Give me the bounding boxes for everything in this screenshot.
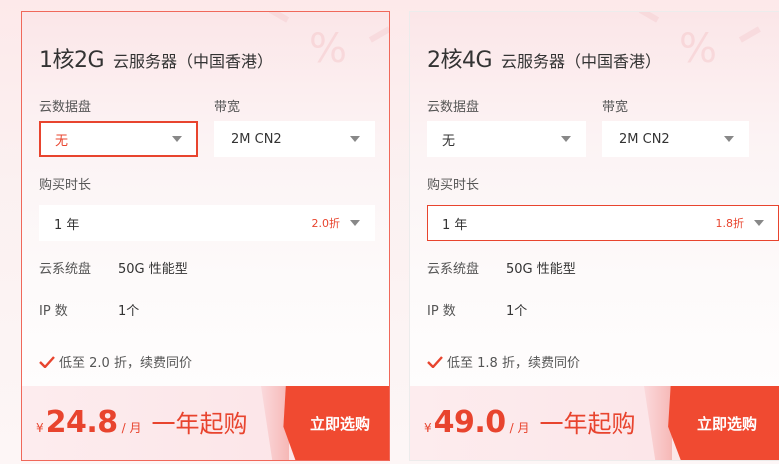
disk-label: 云数据盘 (427, 100, 480, 115)
system-disk-key: 云系统盘 (427, 262, 480, 277)
duration-select[interactable]: 1 年 1.8折 (427, 205, 779, 241)
bandwidth-select[interactable]: 2M CN2 (214, 121, 375, 157)
disk-label: 云数据盘 (39, 100, 92, 115)
spec-label: 2核4G (427, 48, 493, 73)
chevron-down-icon (754, 220, 764, 226)
chevron-down-icon (350, 136, 360, 142)
bandwidth-label: 带宽 (214, 100, 241, 115)
chevron-down-icon (350, 220, 360, 226)
bandwidth-select-value: 2M CN2 (619, 131, 670, 147)
bandwidth-label: 带宽 (602, 100, 629, 115)
pricing-section: % 1核2G 云服务器（中国香港） 云数据盘 无 带宽 2M CN2 购买时长 … (0, 0, 779, 464)
duration-select-value: 1 年 (442, 217, 468, 233)
ip-count-value: 1个 (506, 304, 528, 319)
system-disk-key: 云系统盘 (39, 262, 92, 277)
duration-label: 购买时长 (39, 178, 92, 193)
card-footer: ¥ 49.0 / 月 一年起购 立即选购 (410, 386, 779, 460)
card-title: 1核2G 云服务器（中国香港） (39, 42, 273, 74)
product-name: 云服务器（中国香港） (113, 52, 274, 71)
ip-count-value: 1个 (118, 304, 140, 319)
chevron-down-icon (724, 136, 734, 142)
price-slogan: 一年起购 (151, 410, 248, 438)
ip-count-key: IP 数 (427, 304, 456, 319)
product-card-1c2g: % 1核2G 云服务器（中国香港） 云数据盘 无 带宽 2M CN2 购买时长 … (21, 11, 390, 461)
promo-text: 低至 1.8 折，续费同价 (447, 356, 580, 371)
buy-button-shade (644, 386, 672, 460)
price-amount: 24.8 (45, 405, 119, 440)
price-unit: / 月 (121, 421, 142, 435)
check-icon (39, 355, 55, 368)
ip-count-key: IP 数 (39, 304, 68, 319)
bandwidth-select[interactable]: 2M CN2 (602, 121, 749, 157)
price-block: ¥ 49.0 / 月 一年起购 (424, 404, 636, 440)
promo-line: 低至 1.8 折，续费同价 (427, 352, 580, 371)
bandwidth-select-value: 2M CN2 (231, 131, 282, 147)
chevron-down-icon (172, 136, 182, 142)
price-slogan: 一年起购 (539, 410, 636, 438)
currency-symbol: ¥ (424, 421, 432, 435)
price-block: ¥ 24.8 / 月 一年起购 (36, 404, 248, 440)
chevron-down-icon (561, 136, 571, 142)
system-disk-value: 50G 性能型 (118, 262, 188, 277)
disk-select[interactable]: 无 (427, 121, 586, 157)
price-amount: 49.0 (433, 405, 507, 440)
system-disk-value: 50G 性能型 (506, 262, 576, 277)
price-unit: / 月 (509, 421, 530, 435)
card-footer: ¥ 24.8 / 月 一年起购 立即选购 (22, 386, 389, 460)
card-title: 2核4G 云服务器（中国香港） (427, 42, 661, 74)
duration-label: 购买时长 (427, 178, 480, 193)
discount-badge: 2.0折 (311, 217, 341, 230)
disk-select[interactable]: 无 (39, 121, 198, 157)
duration-select[interactable]: 1 年 2.0折 (39, 205, 375, 241)
svg-text:%: % (679, 26, 717, 72)
currency-symbol: ¥ (36, 421, 44, 435)
svg-text:%: % (309, 26, 347, 72)
product-card-2c4g: % 2核4G 云服务器（中国香港） 云数据盘 无 带宽 2M CN2 购买时长 … (409, 11, 779, 461)
product-name: 云服务器（中国香港） (501, 52, 662, 71)
promo-text: 低至 2.0 折，续费同价 (59, 356, 192, 371)
disk-select-value: 无 (55, 133, 69, 149)
duration-select-value: 1 年 (54, 217, 80, 233)
promo-line: 低至 2.0 折，续费同价 (39, 352, 192, 371)
check-icon (427, 355, 443, 368)
disk-select-value: 无 (442, 133, 456, 149)
spec-label: 1核2G (39, 48, 105, 73)
discount-badge: 1.8折 (715, 217, 745, 230)
